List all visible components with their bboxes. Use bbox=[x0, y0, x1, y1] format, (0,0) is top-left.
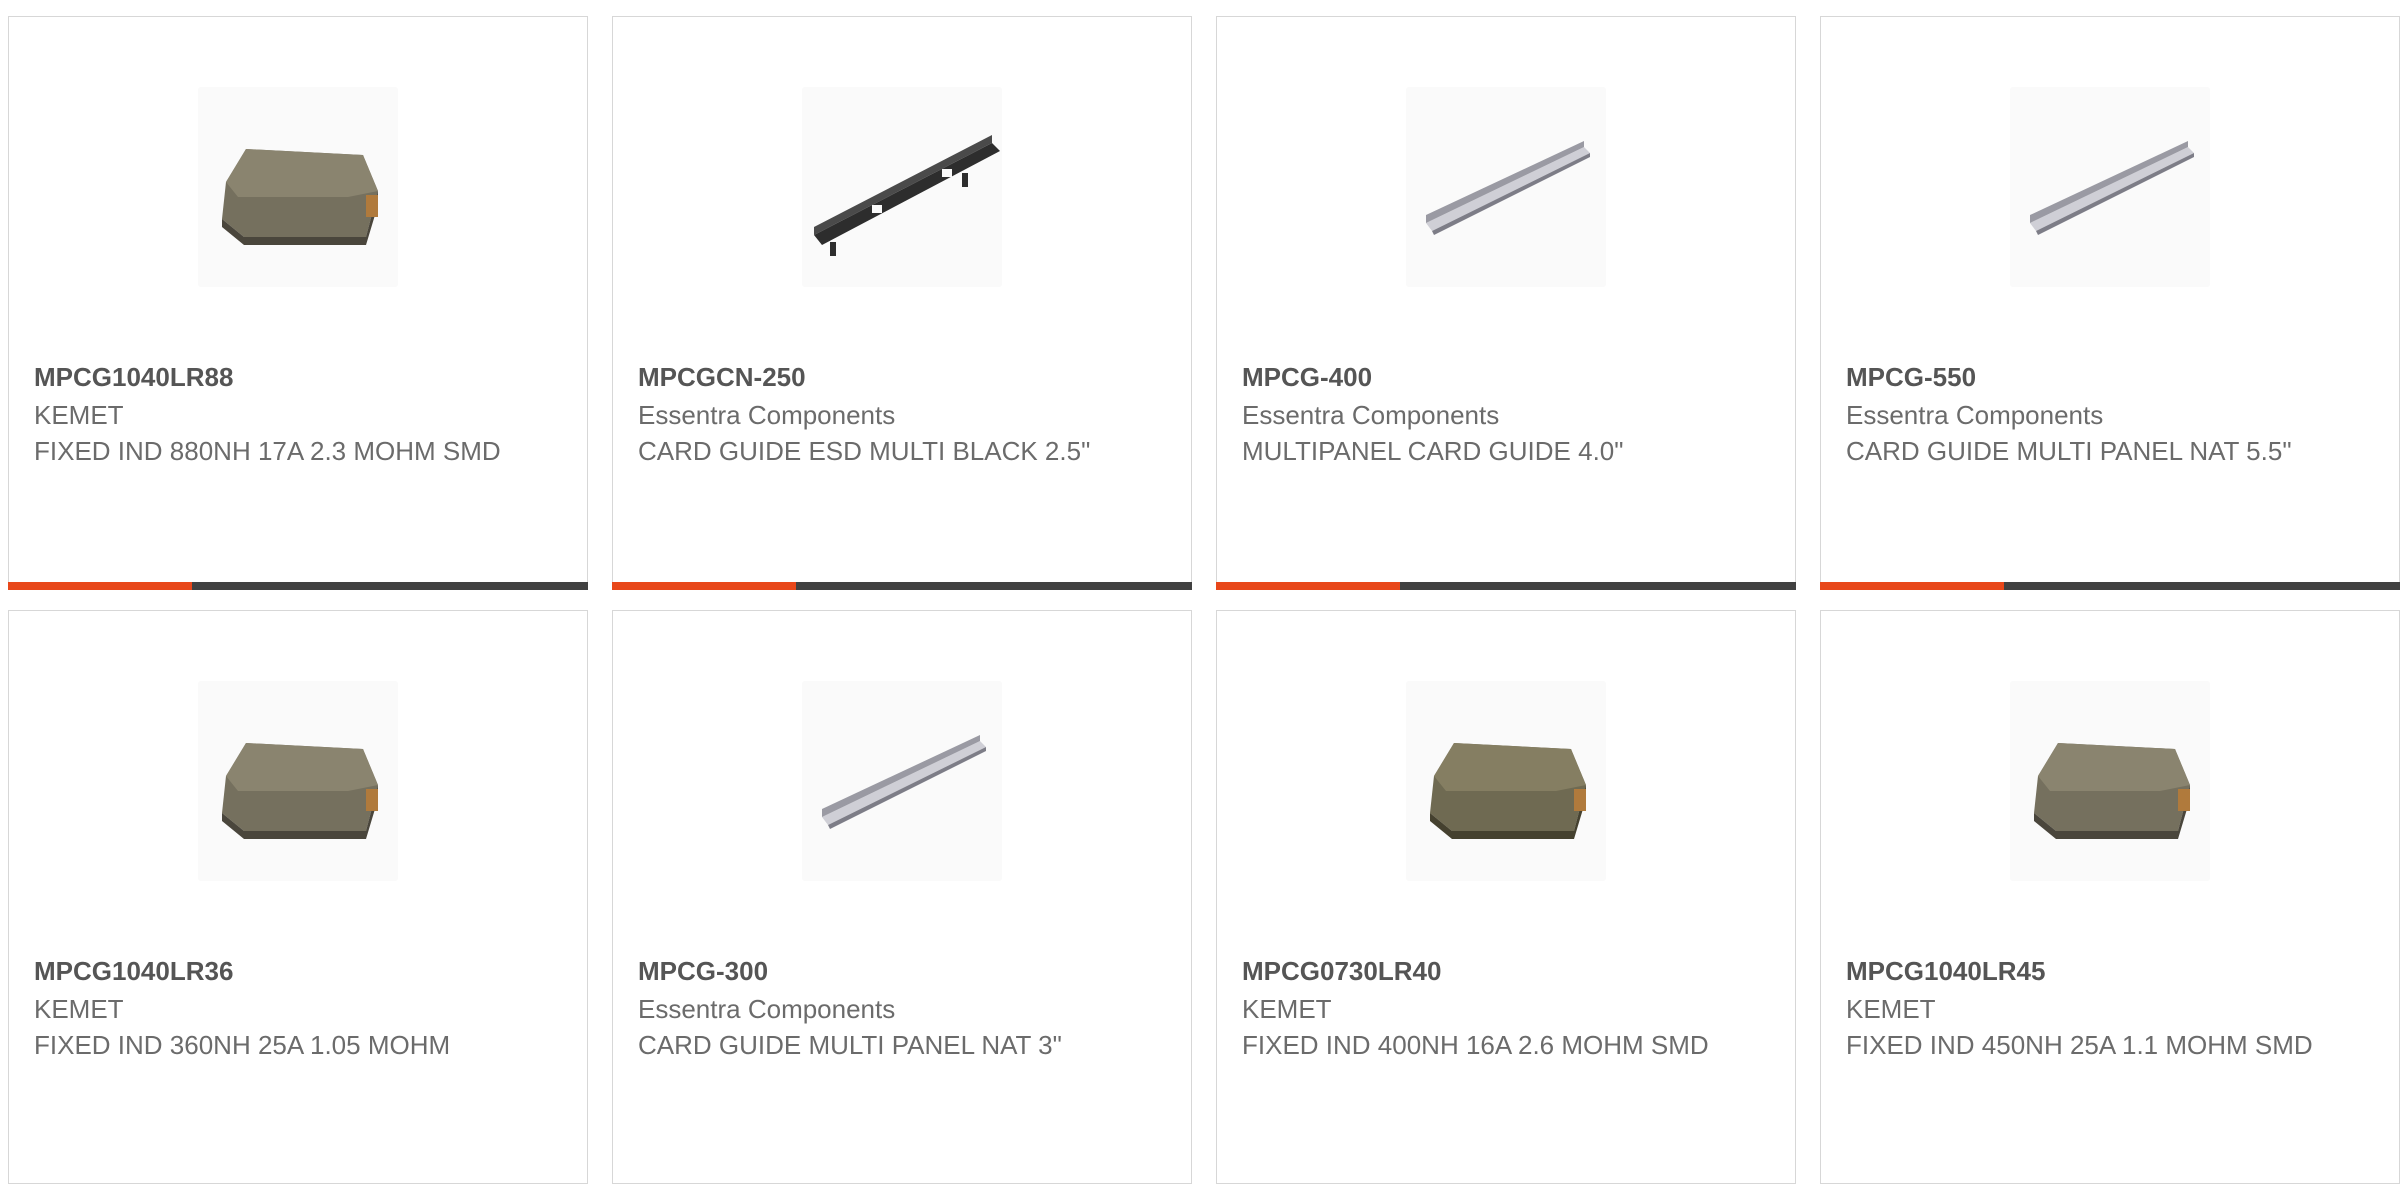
manufacturer: Essentra Components bbox=[1846, 400, 2104, 430]
part-number[interactable]: MPCG1040LR36 bbox=[34, 951, 562, 991]
inductor-image[interactable] bbox=[198, 681, 398, 881]
product-card[interactable]: MPCG-400 Essentra Components MULTIPANEL … bbox=[1216, 16, 1796, 590]
card-footer-bar bbox=[8, 582, 588, 590]
product-grid: MPCG1040LR88 KEMET FIXED IND 880NH 17A 2… bbox=[8, 16, 2400, 1184]
product-card[interactable]: MPCG-550 Essentra Components CARD GUIDE … bbox=[1820, 16, 2400, 590]
card-footer-bar bbox=[1820, 582, 2400, 590]
card-footer-bar bbox=[612, 582, 1192, 590]
manufacturer: KEMET bbox=[1846, 994, 1936, 1024]
product-card[interactable]: MPCG1040LR36 KEMET FIXED IND 360NH 25A 1… bbox=[8, 610, 588, 1184]
description: FIXED IND 450NH 25A 1.1 MOHM SMD bbox=[1846, 1030, 2313, 1060]
description: FIXED IND 400NH 16A 2.6 MOHM SMD bbox=[1242, 1030, 1709, 1060]
accent-bar bbox=[8, 582, 192, 590]
accent-bar bbox=[612, 582, 796, 590]
description: CARD GUIDE MULTI PANEL NAT 3" bbox=[638, 1030, 1062, 1060]
manufacturer: Essentra Components bbox=[638, 400, 896, 430]
product-card[interactable]: MPCG-300 Essentra Components CARD GUIDE … bbox=[612, 610, 1192, 1184]
accent-bar bbox=[1820, 582, 2004, 590]
part-number[interactable]: MPCGCN-250 bbox=[638, 357, 1166, 397]
card-guide-image[interactable] bbox=[802, 681, 1002, 881]
manufacturer: KEMET bbox=[1242, 994, 1332, 1024]
product-card[interactable]: MPCG1040LR88 KEMET FIXED IND 880NH 17A 2… bbox=[8, 16, 588, 590]
manufacturer: Essentra Components bbox=[1242, 400, 1500, 430]
product-card[interactable]: MPCGCN-250 Essentra Components CARD GUID… bbox=[612, 16, 1192, 590]
inductor-image[interactable] bbox=[198, 87, 398, 287]
card-guide-image[interactable] bbox=[1406, 87, 1606, 287]
product-card[interactable]: MPCG0730LR40 KEMET FIXED IND 400NH 16A 2… bbox=[1216, 610, 1796, 1184]
accent-bar bbox=[1216, 582, 1400, 590]
inductor-image[interactable] bbox=[2010, 681, 2210, 881]
manufacturer: Essentra Components bbox=[638, 994, 896, 1024]
description: FIXED IND 360NH 25A 1.05 MOHM bbox=[34, 1030, 451, 1060]
manufacturer: KEMET bbox=[34, 994, 124, 1024]
manufacturer: KEMET bbox=[34, 400, 124, 430]
part-number[interactable]: MPCG1040LR45 bbox=[1846, 951, 2374, 991]
black-card-guide-image[interactable] bbox=[802, 87, 1002, 287]
part-number[interactable]: MPCG-550 bbox=[1846, 357, 2374, 397]
inductor-image[interactable] bbox=[1406, 681, 1606, 881]
description: FIXED IND 880NH 17A 2.3 MOHM SMD bbox=[34, 436, 501, 466]
card-guide-image[interactable] bbox=[2010, 87, 2210, 287]
part-number[interactable]: MPCG0730LR40 bbox=[1242, 951, 1770, 991]
part-number[interactable]: MPCG1040LR88 bbox=[34, 357, 562, 397]
part-number[interactable]: MPCG-400 bbox=[1242, 357, 1770, 397]
description: CARD GUIDE MULTI PANEL NAT 5.5" bbox=[1846, 436, 2292, 466]
card-footer-bar bbox=[1216, 582, 1796, 590]
description: CARD GUIDE ESD MULTI BLACK 2.5" bbox=[638, 436, 1091, 466]
description: MULTIPANEL CARD GUIDE 4.0" bbox=[1242, 436, 1624, 466]
part-number[interactable]: MPCG-300 bbox=[638, 951, 1166, 991]
product-card[interactable]: MPCG1040LR45 KEMET FIXED IND 450NH 25A 1… bbox=[1820, 610, 2400, 1184]
